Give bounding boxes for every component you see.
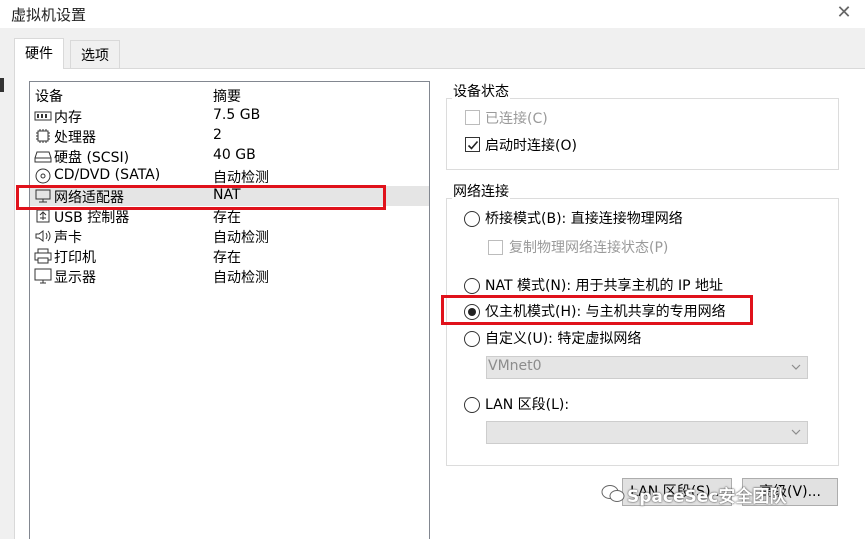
column-header-device[interactable]: 设备 — [35, 86, 63, 106]
window-title: 虚拟机设置 — [11, 6, 87, 24]
lan-segment-select[interactable] — [486, 421, 808, 444]
custom-label: 自定义(U): 特定虚拟网络 — [485, 331, 642, 347]
bridged-label: 桥接模式(B): 直接连接物理网络 — [485, 211, 683, 227]
cd-dvd-icon — [35, 168, 51, 184]
device-summary: 存在 — [213, 250, 241, 266]
speaker-icon — [35, 230, 51, 242]
device-name: 内存 — [54, 110, 82, 126]
device-row-sound-card[interactable]: 声卡 自动检测 — [30, 226, 429, 246]
device-row-monitor[interactable]: 显示器 自动检测 — [30, 266, 429, 286]
connect-at-power-on-label: 启动时连接(O) — [485, 138, 577, 154]
checkmark-icon — [467, 140, 479, 150]
device-row-memory[interactable]: 内存 7.5 GB — [30, 106, 429, 126]
nat-label: NAT 模式(N): 用于共享主机的 IP 地址 — [485, 278, 723, 294]
wechat-logo-icon — [601, 485, 625, 502]
lan-segment-radio[interactable] — [464, 397, 480, 413]
custom-radio[interactable] — [464, 331, 480, 347]
device-row-printer[interactable]: 打印机 存在 — [30, 246, 429, 266]
hard-disk-icon — [34, 151, 52, 163]
device-row-hard-disk[interactable]: 硬盘 (SCSI) 40 GB — [30, 146, 429, 166]
device-summary: 2 — [213, 127, 222, 143]
device-row-processor[interactable]: 处理器 2 — [30, 126, 429, 146]
device-name: USB 控制器 — [54, 210, 130, 226]
usb-icon — [36, 209, 50, 223]
tab-options[interactable]: 选项 — [70, 40, 120, 68]
lan-segment-label: LAN 区段(L): — [485, 397, 570, 413]
custom-network-select[interactable]: VMnet0 — [486, 356, 808, 379]
device-summary: 自动检测 — [213, 270, 269, 286]
highlight-box-network-adapter — [16, 185, 386, 210]
device-name: 声卡 — [54, 230, 82, 246]
device-name: 处理器 — [54, 130, 96, 146]
device-summary: 自动检测 — [213, 230, 269, 246]
watermark-text: SpaceSec安全团队 — [627, 487, 787, 507]
device-summary: 存在 — [213, 210, 241, 226]
nat-radio[interactable] — [464, 278, 480, 294]
connected-checkbox[interactable] — [465, 110, 480, 125]
device-status-title: 设备状态 — [452, 81, 510, 101]
device-name: 打印机 — [54, 250, 96, 266]
device-name: 硬盘 (SCSI) — [54, 150, 130, 166]
highlight-box-host-only — [441, 295, 753, 325]
device-summary: 40 GB — [213, 147, 256, 163]
background-window-edge — [0, 78, 4, 92]
bridged-radio[interactable] — [464, 211, 480, 227]
memory-icon — [34, 111, 52, 121]
custom-network-value: VMnet0 — [488, 358, 542, 374]
device-name: 显示器 — [54, 270, 96, 286]
device-summary: 自动检测 — [213, 170, 269, 186]
network-connection-title: 网络连接 — [452, 181, 510, 201]
replicate-state-label: 复制物理网络连接状态(P) — [509, 240, 669, 256]
device-name: CD/DVD (SATA) — [54, 167, 161, 183]
close-icon[interactable]: ✕ — [832, 2, 856, 24]
replicate-state-checkbox[interactable] — [488, 240, 503, 255]
device-list[interactable]: 设备 摘要 内存 7.5 GB 处理器 2 硬盘 (SCSI) 40 GB CD… — [29, 81, 430, 539]
printer-icon — [34, 248, 52, 264]
monitor-icon — [34, 268, 52, 284]
chevron-down-icon — [791, 429, 801, 435]
tab-hardware[interactable]: 硬件 — [14, 38, 64, 69]
device-summary: 7.5 GB — [213, 107, 261, 123]
connect-at-power-on-checkbox[interactable] — [465, 137, 480, 152]
chevron-down-icon — [791, 364, 801, 370]
connected-label: 已连接(C) — [485, 111, 548, 127]
device-row-cd-dvd[interactable]: CD/DVD (SATA) 自动检测 — [30, 166, 429, 186]
processor-icon — [36, 129, 50, 143]
column-header-summary[interactable]: 摘要 — [213, 86, 241, 106]
title-bar — [0, 0, 865, 28]
